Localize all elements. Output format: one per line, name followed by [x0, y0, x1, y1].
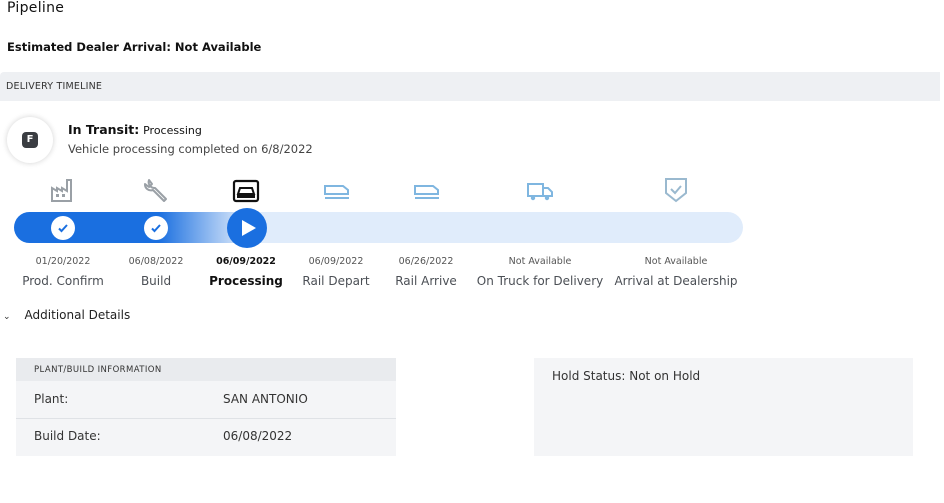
step-label: Arrival at Dealership [614, 274, 738, 288]
step-done-check-icon [144, 216, 168, 240]
timeline-header-label: DELIVERY TIMELINE [6, 81, 103, 92]
plant-key: Plant: [34, 392, 69, 406]
car-processing-icon [232, 179, 260, 203]
hold-status-card: Hold Status: Not on Hold [534, 358, 913, 456]
plant-build-card: PLANT/BUILD INFORMATION Plant: SAN ANTON… [16, 358, 396, 456]
rail-arrive-icon [414, 185, 439, 199]
rail-depart-icon [324, 185, 349, 199]
table-row: Build Date: 06/08/2022 [16, 418, 396, 455]
step-date: Not Available [508, 256, 572, 267]
chevron-down-icon: ⌄ [3, 312, 11, 322]
timeline-track [14, 212, 743, 243]
status-letter: F [22, 132, 38, 148]
shield-check-icon [665, 178, 687, 203]
factory-icon [51, 179, 72, 202]
page-title: Pipeline [7, 0, 65, 16]
additional-details-label: Additional Details [24, 308, 131, 322]
status-title: In Transit: Processing [68, 122, 202, 137]
hold-status-text: Hold Status: Not on Hold [552, 369, 701, 383]
build-date-value: 06/08/2022 [223, 429, 293, 443]
truck-icon [527, 183, 553, 201]
status-badge: F [7, 117, 53, 163]
step-label: On Truck for Delivery [476, 274, 604, 288]
plant-build-header: PLANT/BUILD INFORMATION [16, 358, 396, 381]
timeline-progress-fill [14, 212, 248, 243]
status-description: Vehicle processing completed on 6/8/2022 [68, 142, 313, 156]
additional-details-toggle[interactable]: ⌄ Additional Details [3, 308, 130, 322]
status-sub: Processing [143, 124, 202, 137]
plant-value: SAN ANTONIO [223, 392, 308, 406]
step-done-check-icon [51, 216, 75, 240]
timeline-header: DELIVERY TIMELINE [0, 72, 940, 101]
wrench-icon [144, 179, 167, 202]
play-icon [227, 208, 267, 248]
table-row: Plant: SAN ANTONIO [16, 381, 396, 419]
build-date-key: Build Date: [34, 429, 101, 443]
step-date: Not Available [644, 256, 708, 267]
status-main: In Transit: [68, 122, 140, 137]
estimated-arrival: Estimated Dealer Arrival: Not Available [7, 40, 262, 54]
step-date: 06/26/2022 [398, 256, 454, 267]
